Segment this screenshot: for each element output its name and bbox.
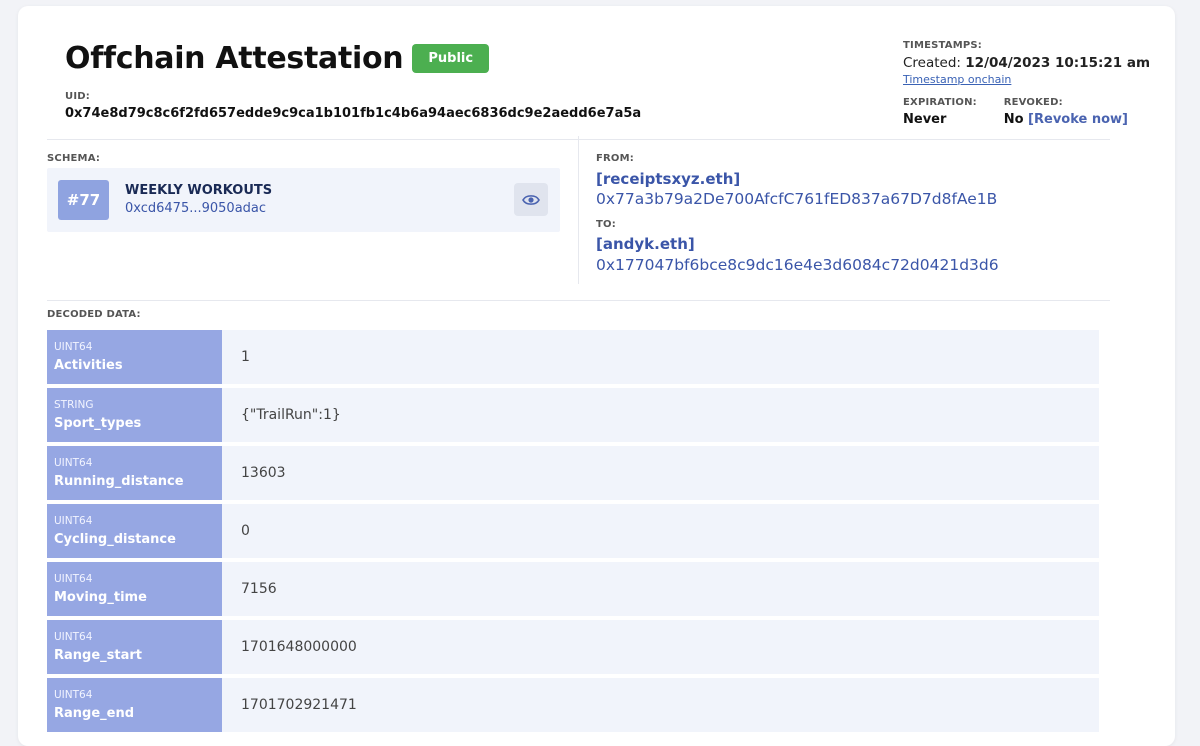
field-name: Running_distance xyxy=(54,474,184,489)
field-key: UINT64 Range_start xyxy=(47,620,222,674)
schema-number: #77 xyxy=(58,180,109,220)
decoded-data-label: DECODED DATA: xyxy=(47,309,141,320)
schema-label: SCHEMA: xyxy=(47,153,101,164)
field-key: UINT64 Running_distance xyxy=(47,446,222,500)
expiration-label: EXPIRATION: xyxy=(903,97,977,108)
revoked-label: REVOKED: xyxy=(1003,97,1063,108)
revoked-status: No [Revoke now] xyxy=(1004,112,1128,127)
table-row: STRING Sport_types {"TrailRun":1} xyxy=(47,388,1099,442)
field-key: UINT64 Activities xyxy=(47,330,222,384)
visibility-badge: Public xyxy=(412,44,490,73)
field-key: STRING Sport_types xyxy=(47,388,222,442)
from-ens-link[interactable]: [receiptsxyz.eth] xyxy=(596,170,740,188)
expiration-value: Never xyxy=(903,112,947,127)
field-type: UINT64 xyxy=(54,515,93,527)
table-row: UINT64 Range_end 1701702921471 xyxy=(47,678,1099,732)
timestamps-panel: TIMESTAMPS: Created: 12/04/2023 10:15:21… xyxy=(903,40,1150,127)
field-key: UINT64 Range_end xyxy=(47,678,222,732)
field-key: UINT64 Cycling_distance xyxy=(47,504,222,558)
to-label: TO: xyxy=(596,219,616,230)
column-divider xyxy=(578,136,579,284)
schema-address[interactable]: 0xcd6475...9050adac xyxy=(125,201,266,216)
field-value: 1 xyxy=(222,330,1099,384)
table-row: UINT64 Activities 1 xyxy=(47,330,1099,384)
to-ens-link[interactable]: [andyk.eth] xyxy=(596,235,695,253)
field-value: 0 xyxy=(222,504,1099,558)
page-title: Offchain Attestation xyxy=(65,41,404,76)
table-row: UINT64 Moving_time 7156 xyxy=(47,562,1099,616)
field-value: 13603 xyxy=(222,446,1099,500)
field-name: Range_end xyxy=(54,706,135,721)
field-type: UINT64 xyxy=(54,573,93,585)
divider xyxy=(47,300,1110,301)
field-type: STRING xyxy=(54,399,94,411)
field-name: Moving_time xyxy=(54,590,147,605)
created-value: 12/04/2023 10:15:21 am xyxy=(965,55,1151,71)
from-label: FROM: xyxy=(596,153,634,164)
field-name: Range_start xyxy=(54,648,143,663)
field-value: 1701648000000 xyxy=(222,620,1099,674)
to-address-link[interactable]: 0x177047bf6bce8c9dc16e4e3d6084c72d0421d3… xyxy=(596,256,999,274)
schema-card[interactable]: #77 WEEKLY WORKOUTS 0xcd6475...9050adac xyxy=(47,168,560,232)
attestation-header: Offchain Attestation Public UID: 0x74e8d… xyxy=(65,40,1150,141)
field-value: 7156 xyxy=(222,562,1099,616)
from-address-link[interactable]: 0x77a3b79a2De700AfcfC761fED837a67D7d8fAe… xyxy=(596,190,997,208)
revoked-value: No xyxy=(1003,112,1024,127)
revoke-now-link[interactable]: [Revoke now] xyxy=(1028,112,1128,127)
table-row: UINT64 Range_start 1701648000000 xyxy=(47,620,1099,674)
field-type: UINT64 xyxy=(54,631,93,643)
field-type: UINT64 xyxy=(54,689,93,701)
view-schema-button[interactable] xyxy=(514,183,548,216)
field-value: {"TrailRun":1} xyxy=(222,388,1099,442)
eye-icon xyxy=(522,194,540,205)
table-row: UINT64 Cycling_distance 0 xyxy=(47,504,1099,558)
table-row: UINT64 Running_distance 13603 xyxy=(47,446,1099,500)
decoded-data-table: UINT64 Activities 1 STRING Sport_types {… xyxy=(47,330,1099,736)
uid-label: UID: xyxy=(65,91,90,102)
timestamps-label: TIMESTAMPS: xyxy=(903,40,982,51)
field-name: Activities xyxy=(54,358,123,373)
field-name: Cycling_distance xyxy=(54,532,176,547)
created-timestamp: Created: 12/04/2023 10:15:21 am xyxy=(903,55,1150,71)
field-key: UINT64 Moving_time xyxy=(47,562,222,616)
created-prefix: Created: xyxy=(903,55,961,71)
field-type: UINT64 xyxy=(54,341,93,353)
timestamp-onchain-link[interactable]: Timestamp onchain xyxy=(903,73,1128,86)
uid-value: 0x74e8d79c8c6f2fd657edde9c9ca1b101fb1c4b… xyxy=(65,106,642,121)
field-value: 1701702921471 xyxy=(222,678,1099,732)
field-name: Sport_types xyxy=(54,416,142,431)
schema-name: WEEKLY WORKOUTS xyxy=(125,183,273,198)
field-type: UINT64 xyxy=(54,457,93,469)
